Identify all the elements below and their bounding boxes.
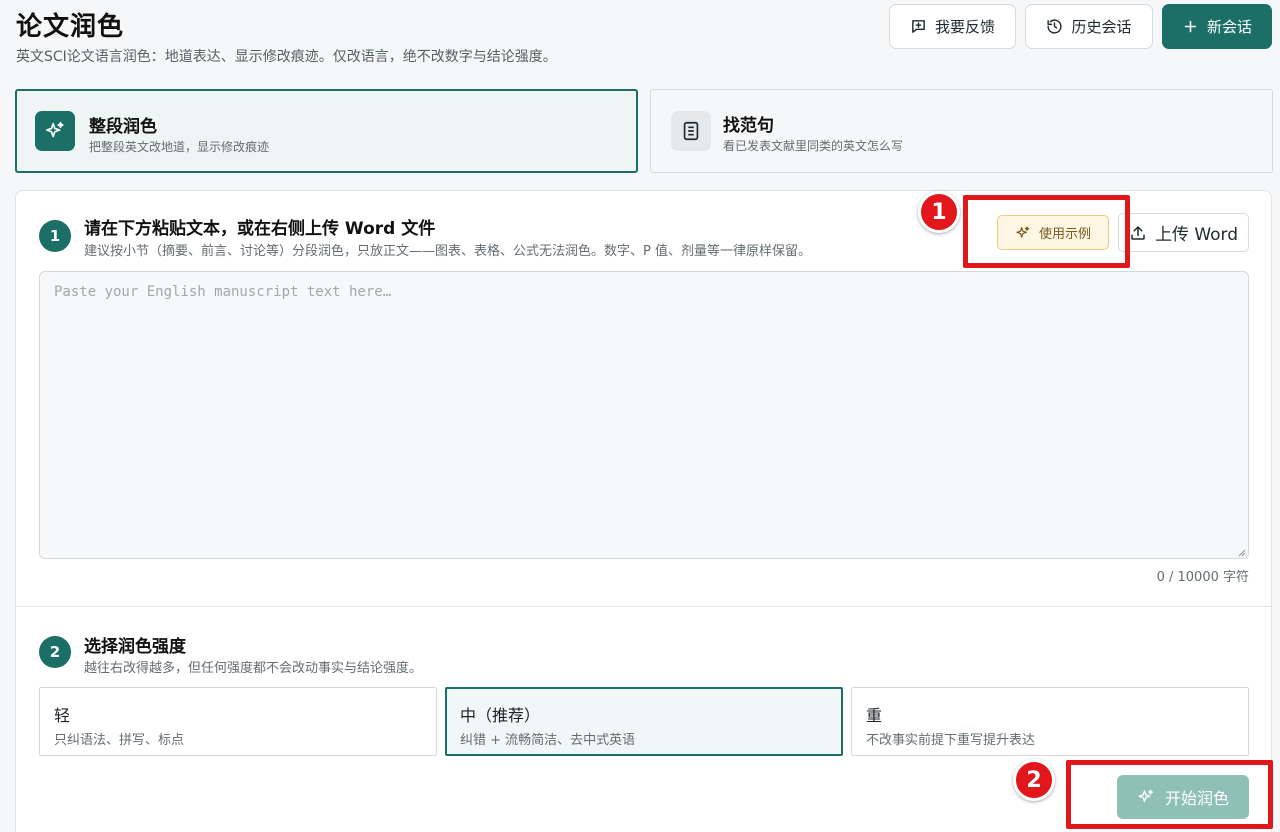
mode-icon-container [35,111,75,151]
step-1-hint: 建议按小节（摘要、前言、讨论等）分段润色，只放正文——图表、表格、公式无法润色。… [84,244,811,259]
history-button[interactable]: 历史会话 [1025,4,1153,49]
annotation-highlight-box-2 [1066,760,1273,829]
new-session-button[interactable]: 新会话 [1162,4,1272,49]
step-1-number: 1 [39,220,71,252]
step-2-hint: 越往右改得越多，但任何强度都不会改动事实与结论强度。 [84,661,423,676]
upload-word-button[interactable]: 上传 Word [1118,213,1249,252]
feedback-icon [912,20,925,33]
intensity-option-light[interactable]: 轻 只纠语法、拼写、标点 [39,687,437,756]
page-title: 论文润色 [16,12,125,42]
intensity-description: 不改事实前提下重写提升表达 [866,733,1036,748]
mode-card-find-sentences[interactable]: 找范句 看已发表文献里同类的英文怎么写 [650,89,1273,173]
history-button-label: 历史会话 [1071,18,1132,36]
mode-icon-container [671,111,711,151]
upload-word-label: 上传 Word [1154,225,1239,245]
history-icon [1047,19,1063,34]
intensity-description: 只纠语法、拼写、标点 [54,733,185,748]
feedback-button-label: 我要反馈 [934,18,995,36]
annotation-badge-2: 2 [1013,759,1055,801]
intensity-description: 纠错 + 流畅简洁、去中式英语 [460,733,636,748]
feedback-button[interactable]: 我要反馈 [889,4,1016,49]
step-1-title: 请在下方粘贴文本，或在右侧上传 Word 文件 [84,219,436,239]
mode-title: 找范句 [723,116,774,136]
intensity-name: 轻 [54,706,71,725]
intensity-option-medium[interactable]: 中（推荐） 纠错 + 流畅简洁、去中式英语 [445,687,843,756]
sparkles-icon [45,121,64,138]
intensity-option-heavy[interactable]: 重 不改事实前提下重写提升表达 [851,687,1249,756]
page-subtitle: 英文SCI论文语言润色：地道表达、显示修改痕迹。仅改语言，绝不改数字与结论强度。 [16,49,557,65]
plus-icon [1184,20,1197,33]
mode-title: 整段润色 [89,117,157,137]
new-session-button-label: 新会话 [1206,18,1252,36]
step-2-title: 选择润色强度 [84,637,186,657]
intensity-name: 重 [866,706,883,725]
section-divider [16,606,1271,607]
annotation-badge-1: 1 [918,191,960,233]
mode-description: 看已发表文献里同类的英文怎么写 [723,139,904,153]
manuscript-input[interactable] [39,271,1249,559]
step-2-number: 2 [39,636,71,668]
resize-handle-icon[interactable] [1236,547,1246,557]
mode-description: 把整段英文改地道，显示修改痕迹 [89,140,270,154]
document-icon [683,121,699,141]
intensity-name: 中（推荐） [460,706,541,725]
character-count: 0 / 10000 字符 [1156,570,1249,585]
mode-card-polish[interactable]: 整段润色 把整段英文改地道，显示修改痕迹 [15,89,638,173]
annotation-highlight-box-1 [963,195,1130,268]
upload-icon [1131,225,1145,240]
